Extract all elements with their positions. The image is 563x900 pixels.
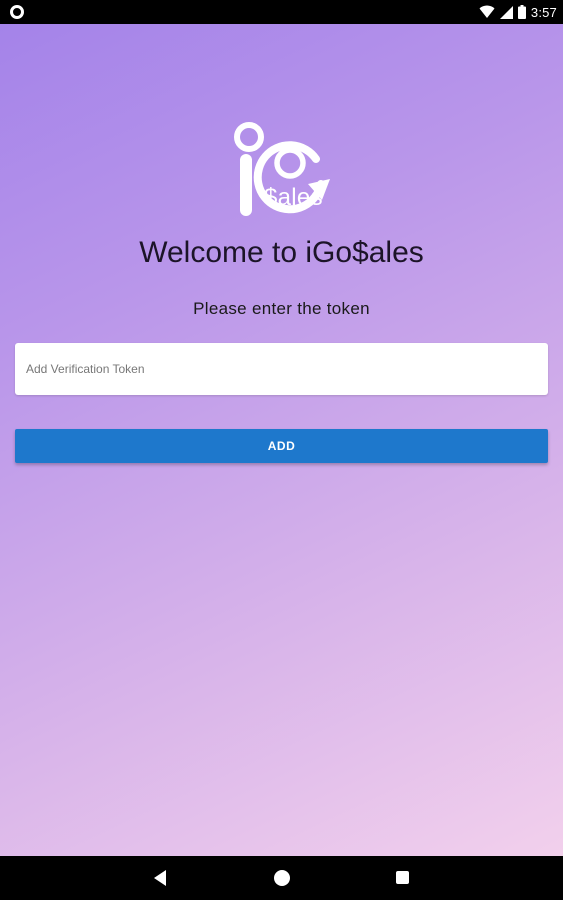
- verification-token-input[interactable]: [15, 343, 548, 395]
- logo-text: $ales: [264, 184, 323, 211]
- status-icons: 3:57: [479, 0, 557, 24]
- token-prompt: Please enter the token: [193, 299, 370, 318]
- wifi-icon: [479, 5, 495, 18]
- status-bar: 3:57: [0, 0, 563, 24]
- circle-notification-icon: [10, 5, 24, 19]
- cell-signal-icon: [499, 5, 513, 19]
- screen: 3:57 $ales Welcome to iGo$ales Please en…: [0, 0, 563, 900]
- navigation-bar: [0, 856, 563, 900]
- back-icon[interactable]: [154, 870, 166, 886]
- app-content: $ales Welcome to iGo$ales Please enter t…: [0, 24, 563, 856]
- status-time: 3:57: [530, 4, 557, 20]
- igosales-logo: $ales: [230, 120, 334, 220]
- add-button[interactable]: ADD: [15, 429, 548, 463]
- recent-apps-icon[interactable]: [396, 871, 409, 884]
- welcome-title: Welcome to iGo$ales: [139, 236, 424, 269]
- battery-icon: [517, 5, 526, 19]
- home-icon[interactable]: [274, 870, 290, 886]
